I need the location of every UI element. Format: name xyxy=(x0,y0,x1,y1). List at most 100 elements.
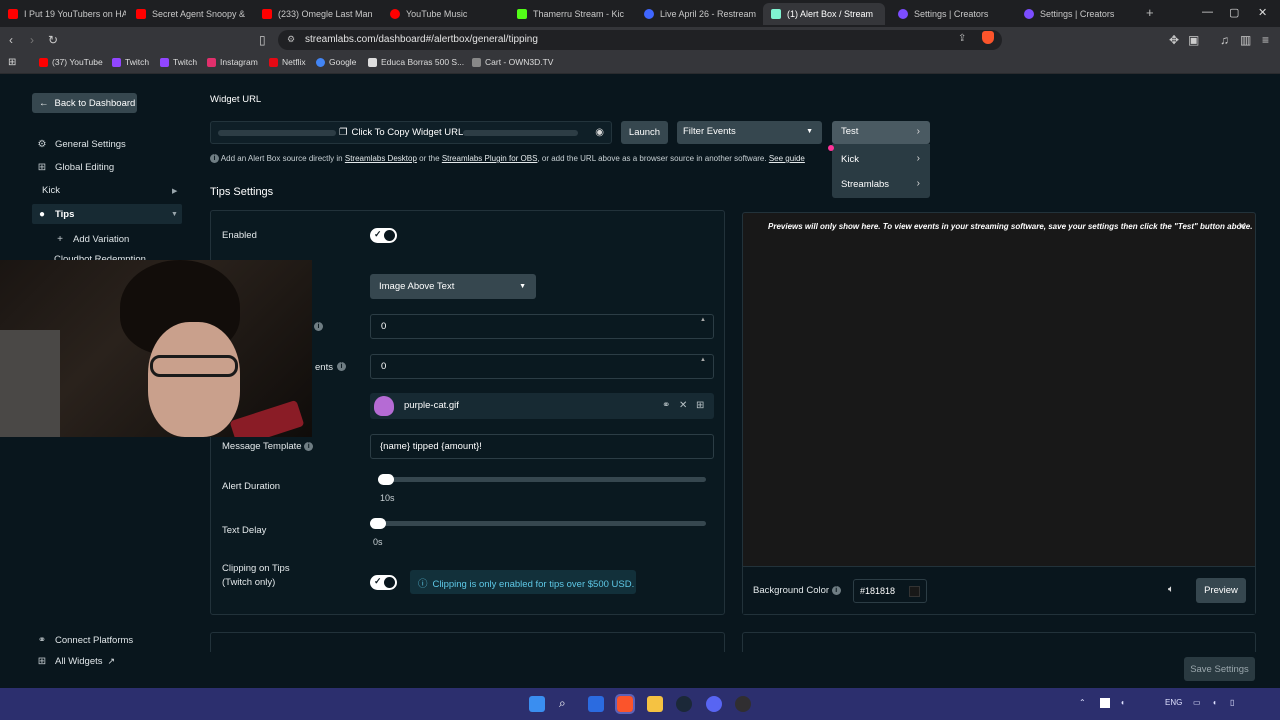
connect-platforms-link[interactable]: ⚭ Connect Platforms xyxy=(36,635,133,646)
battery-icon[interactable]: ▯ xyxy=(1230,698,1234,707)
sidebar-item-kick[interactable]: Kick xyxy=(42,185,60,196)
sidebar-icon[interactable]: ▥ xyxy=(1240,33,1251,47)
browser-tab[interactable]: I Put 19 YouTubers on HA xyxy=(8,3,126,25)
volume-icon[interactable]: 🔈︎ xyxy=(1168,584,1174,595)
tray-volume-icon[interactable]: ◖ xyxy=(1120,698,1125,707)
bookmark-item[interactable]: (37) YouTube xyxy=(39,57,103,67)
caret-down-icon: ▼ xyxy=(171,211,178,218)
bookmark-item[interactable]: Google xyxy=(316,57,356,67)
webcam-glasses xyxy=(150,355,238,377)
slider-thumb[interactable] xyxy=(378,474,394,485)
back-arrow-icon[interactable]: ‹ xyxy=(9,33,13,47)
browser-tab[interactable]: Live April 26 - Restream xyxy=(644,3,756,25)
bookmark-item[interactable]: Cart - OWN3D.TV xyxy=(472,57,553,67)
webcam-background xyxy=(0,330,60,437)
browser-tab[interactable]: Settings | Creators xyxy=(1024,3,1136,25)
window-close-icon[interactable]: ✕ xyxy=(1258,6,1267,19)
bookmark-item[interactable]: Twitch xyxy=(112,57,149,67)
media-icon[interactable]: ♫ xyxy=(1220,33,1229,47)
bookmark-item[interactable]: Educa Borras 500 S... xyxy=(368,57,464,67)
apps-icon[interactable]: ⊞ xyxy=(8,57,16,68)
stepper-up-icon[interactable]: ▲ xyxy=(700,317,706,323)
forward-arrow-icon[interactable]: › xyxy=(30,33,34,47)
youtube-icon xyxy=(39,57,48,67)
obs-plugin-link[interactable]: Streamlabs Plugin for OBS xyxy=(442,154,538,163)
copy-icon: ❐ xyxy=(339,127,348,138)
minimize-icon[interactable]: — xyxy=(1202,6,1213,18)
layout-select[interactable]: Image Above Text ▼ xyxy=(370,274,536,299)
message-template-input[interactable]: {name} tipped {amount}! xyxy=(370,434,714,459)
link-icon[interactable]: ⚭ xyxy=(662,400,670,411)
sidebar-item-add-variation[interactable]: + Add Variation xyxy=(54,234,129,245)
language-label[interactable]: ENG xyxy=(1165,698,1182,707)
reload-icon[interactable]: ↻ xyxy=(48,33,58,47)
obs-icon[interactable] xyxy=(735,696,751,712)
streamlabs-desktop-link[interactable]: Streamlabs Desktop xyxy=(345,154,417,163)
site-info-icon[interactable]: ⚙ xyxy=(287,34,295,45)
sidebar-item-general-settings[interactable]: ⚙ General Settings xyxy=(36,139,126,150)
network-icon[interactable]: ▭ xyxy=(1193,698,1201,707)
creators-icon xyxy=(898,9,908,19)
launch-button[interactable]: Launch xyxy=(621,121,668,144)
discord-icon[interactable] xyxy=(706,696,722,712)
test-menu-streamlabs[interactable]: Streamlabs xyxy=(841,179,889,190)
eye-icon[interactable]: ◉ xyxy=(595,127,604,138)
save-settings-button[interactable]: Save Settings xyxy=(1184,657,1255,681)
alert-duration-slider[interactable] xyxy=(378,474,706,485)
app-icon[interactable] xyxy=(588,696,604,712)
sidebar-item-global-editing[interactable]: ⊞ Global Editing xyxy=(36,162,114,173)
wallet-icon[interactable]: ▣ xyxy=(1188,33,1199,47)
filter-events-select[interactable]: Filter Events ▼ xyxy=(677,121,822,144)
color-swatch[interactable] xyxy=(909,586,920,597)
text-delay-label: Text Delay xyxy=(222,525,267,536)
address-bar[interactable]: ⚙ streamlabs.com/dashboard#/alertbox/gen… xyxy=(278,30,1002,50)
browser-tab[interactable]: Thamerru Stream - Kic xyxy=(517,3,629,25)
educa-icon xyxy=(368,57,377,67)
text-delay-slider[interactable] xyxy=(370,518,706,529)
remove-icon[interactable]: ✕ xyxy=(679,400,687,411)
copy-widget-url-button[interactable]: ❐ Click To Copy Widget URL xyxy=(339,127,463,138)
browser-tab[interactable]: YouTube Music xyxy=(390,3,502,25)
tray-chevron-icon[interactable]: ⌃ xyxy=(1079,698,1086,707)
number-input[interactable]: 0 ▲ xyxy=(370,314,714,339)
test-button[interactable]: Test › xyxy=(832,121,930,144)
sidebar-item-tips-label: ● Tips xyxy=(36,209,74,220)
brave-shield-icon[interactable] xyxy=(982,31,994,44)
new-tab-icon[interactable]: + xyxy=(1146,5,1154,20)
enabled-toggle[interactable]: ✓ xyxy=(370,228,397,243)
background-color-input[interactable]: #181818 xyxy=(853,579,927,603)
see-guide-link[interactable]: See guide xyxy=(769,154,805,163)
test-menu-kick[interactable]: Kick xyxy=(841,154,859,165)
back-to-dashboard-button[interactable]: ← Back to Dashboard xyxy=(32,93,137,113)
share-icon[interactable]: ⇪ xyxy=(958,33,966,44)
bookmark-icon[interactable]: ▯ xyxy=(259,33,266,47)
menu-icon[interactable]: ≡ xyxy=(1262,33,1269,47)
bookmark-item[interactable]: Twitch xyxy=(160,57,197,67)
maximize-icon[interactable]: ▢ xyxy=(1229,6,1239,19)
browser-tab-active[interactable]: (1) Alert Box / Stream✕ xyxy=(763,3,885,25)
bookmark-item[interactable]: Netflix xyxy=(269,57,306,67)
folder-icon[interactable] xyxy=(647,696,663,712)
browser-tab[interactable]: Settings | Creators xyxy=(898,3,1010,25)
widget-url-field[interactable]: ❐ Click To Copy Widget URL ◉ xyxy=(210,121,612,144)
start-icon[interactable] xyxy=(529,696,545,712)
extensions-icon[interactable]: ✥ xyxy=(1169,33,1179,47)
preview-button[interactable]: Preview xyxy=(1196,578,1246,603)
speaker-icon[interactable]: ◖ xyxy=(1212,698,1217,707)
steam-icon[interactable] xyxy=(676,696,692,712)
bookmark-item[interactable]: Instagram xyxy=(207,57,258,67)
close-icon[interactable]: ✕ xyxy=(1238,220,1247,233)
number-input[interactable]: 0 ▲ xyxy=(370,354,714,379)
clipping-toggle[interactable]: ✓ xyxy=(370,575,397,590)
tray-app-icon[interactable] xyxy=(1100,698,1110,708)
all-widgets-link[interactable]: ⊞ All Widgets ↗ xyxy=(36,656,115,667)
browser-tab[interactable]: (233) Omegle Last Man St xyxy=(262,3,374,25)
brave-taskbar-icon[interactable] xyxy=(615,694,635,714)
grid-icon[interactable]: ⊞ xyxy=(696,400,704,411)
stepper-up-icon[interactable]: ▲ xyxy=(700,357,706,363)
enabled-label: Enabled xyxy=(222,230,257,241)
webcam-face xyxy=(148,322,240,437)
search-icon[interactable]: ⌕ xyxy=(559,696,575,712)
browser-tab[interactable]: Secret Agent Snoopy & m xyxy=(136,3,248,25)
slider-thumb[interactable] xyxy=(370,518,386,529)
